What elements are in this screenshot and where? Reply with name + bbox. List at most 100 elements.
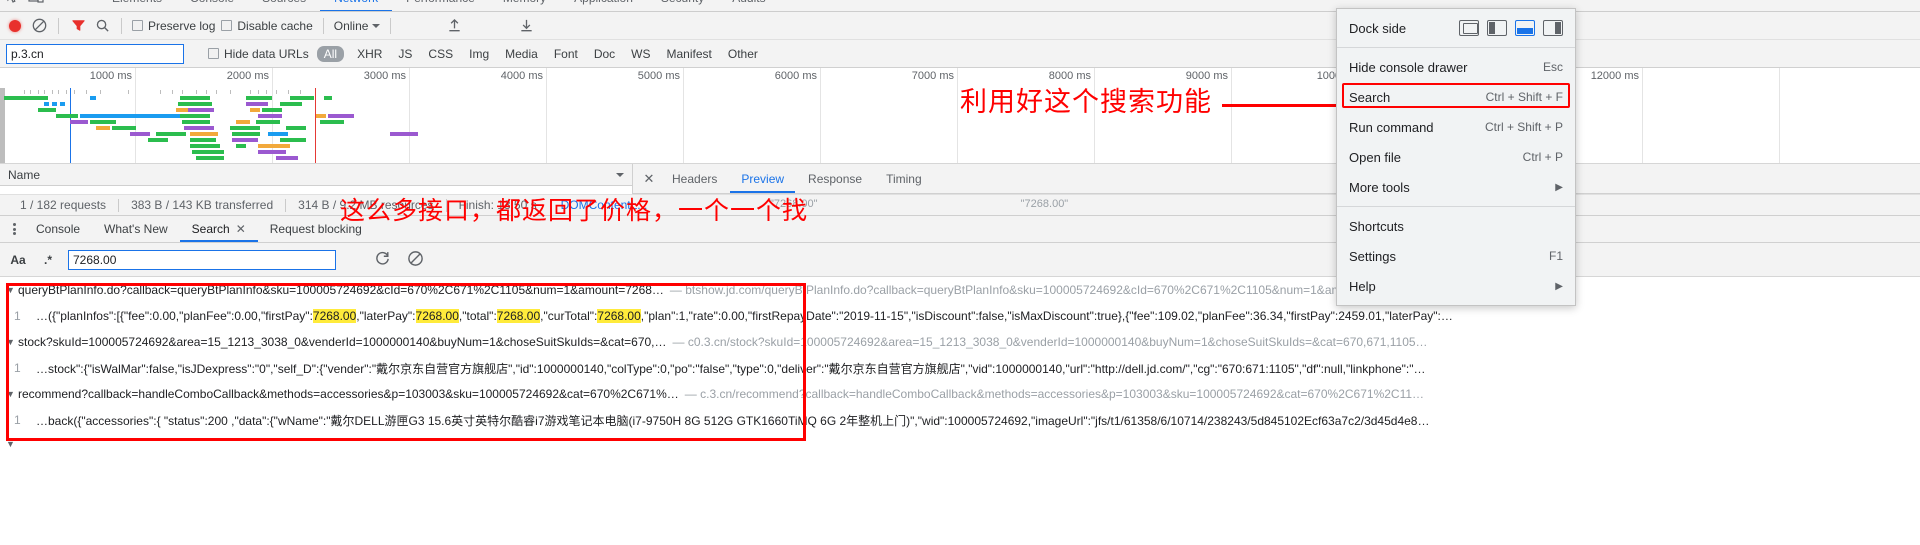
- clear-no-entry-icon[interactable]: [30, 17, 48, 35]
- menu-item-help[interactable]: Help ▶: [1337, 271, 1575, 301]
- magnifier-icon[interactable]: [93, 17, 111, 35]
- drawer-tab-search[interactable]: Search ✕: [180, 216, 258, 242]
- filter-type-ws[interactable]: WS: [628, 46, 653, 62]
- drawer-tab-search-label: Search: [191, 222, 230, 236]
- tab-audits[interactable]: Audits: [718, 0, 779, 11]
- request-name-column-header[interactable]: Name: [0, 164, 632, 186]
- dock-bottom-icon[interactable]: [1515, 20, 1535, 36]
- record-dot-icon[interactable]: [6, 17, 24, 35]
- filter-type-doc[interactable]: Doc: [591, 46, 618, 62]
- inspect-icon[interactable]: [6, 0, 20, 7]
- chevron-right-icon: ▶: [1555, 280, 1563, 292]
- overview-tick-6000: 6000 ms: [774, 70, 817, 82]
- device-toolbar-icon[interactable]: [28, 0, 44, 7]
- filter-input[interactable]: [6, 43, 184, 64]
- tab-sources[interactable]: Sources: [248, 0, 320, 11]
- menu-dock-side-row: Dock side: [1337, 13, 1575, 43]
- tab-response[interactable]: Response: [797, 165, 873, 193]
- menu-item-accel: Ctrl + P: [1522, 150, 1563, 164]
- close-icon[interactable]: ✕: [236, 216, 246, 242]
- checkbox-box: [132, 20, 143, 31]
- overview-tick-4000: 4000 ms: [500, 70, 543, 82]
- preserve-log-checkbox[interactable]: Preserve log: [132, 19, 215, 33]
- menu-item-more-tools[interactable]: More tools ▶: [1337, 172, 1575, 202]
- undock-window-icon[interactable]: [1459, 20, 1479, 36]
- search-input[interactable]: [68, 249, 336, 270]
- annotation-text-many-apis: 这么多接口，都返回了价格，一个一个找: [340, 196, 809, 225]
- annotation-box-search-panel: [6, 283, 806, 441]
- devtools-left-controls: [6, 0, 44, 11]
- checkbox-box: [208, 48, 219, 59]
- menu-item-open-file[interactable]: Open file Ctrl + P: [1337, 142, 1575, 172]
- annotation-box-search-menu-item: [1342, 83, 1570, 108]
- clear-no-entry-icon[interactable]: [407, 250, 424, 270]
- menu-item-settings[interactable]: Settings F1: [1337, 241, 1575, 271]
- menu-item-hide-console-drawer[interactable]: Hide console drawer Esc: [1337, 52, 1575, 82]
- import-arrow-up-icon[interactable]: [445, 17, 463, 35]
- filter-type-other[interactable]: Other: [725, 46, 761, 62]
- load-event-marker: [315, 88, 316, 163]
- hide-data-urls-checkbox[interactable]: Hide data URLs: [208, 47, 309, 61]
- transferred-size: 383 B / 143 KB transferred: [131, 198, 274, 212]
- dock-left-icon[interactable]: [1487, 20, 1507, 36]
- menu-item-run-command[interactable]: Run command Ctrl + Shift + P: [1337, 112, 1575, 142]
- filter-type-font[interactable]: Font: [551, 46, 581, 62]
- tab-memory[interactable]: Memory: [489, 0, 560, 11]
- menu-item-shortcuts[interactable]: Shortcuts: [1337, 211, 1575, 241]
- close-icon[interactable]: ✕: [639, 169, 659, 189]
- checkbox-box: [221, 20, 233, 31]
- overview-tick-5000: 5000 ms: [637, 70, 680, 82]
- filter-type-js[interactable]: JS: [395, 46, 415, 62]
- match-case-toggle[interactable]: Aa: [8, 253, 28, 267]
- menu-item-label: More tools: [1349, 179, 1410, 195]
- regex-toggle[interactable]: .*: [38, 253, 58, 267]
- network-toolbar: Preserve log Disable cache Online: [0, 12, 1920, 40]
- filter-type-manifest[interactable]: Manifest: [664, 46, 715, 62]
- drawer-tab-whats-new[interactable]: What's New: [92, 216, 180, 242]
- filter-type-all[interactable]: All: [316, 45, 345, 62]
- filter-type-xhr[interactable]: XHR: [354, 46, 385, 62]
- tab-security[interactable]: Security: [647, 0, 718, 11]
- overview-tick-1000: 1000 ms: [89, 70, 132, 82]
- disable-cache-checkbox[interactable]: Disable cache: [221, 18, 313, 33]
- menu-item-label: Run command: [1349, 119, 1434, 135]
- dock-side-label: Dock side: [1349, 20, 1407, 36]
- toolbar-divider: [121, 17, 122, 34]
- funnel-icon[interactable]: [69, 17, 87, 35]
- tab-elements[interactable]: Elements: [98, 0, 176, 11]
- drawer-tab-strip: Console What's New Search ✕ Request bloc…: [0, 216, 1920, 243]
- tab-console[interactable]: Console: [176, 0, 248, 11]
- overview-tick-12000: 12000 ms: [1590, 70, 1639, 82]
- menu-item-label: Open file: [1349, 149, 1402, 165]
- drawer-tab-console[interactable]: Console: [24, 216, 92, 242]
- filter-type-img[interactable]: Img: [466, 46, 492, 62]
- toolbar-divider: [322, 17, 324, 34]
- chevron-right-icon: ▶: [1555, 181, 1563, 193]
- throttling-select[interactable]: Online: [334, 19, 381, 33]
- more-vertical-icon[interactable]: [4, 222, 24, 237]
- tab-headers[interactable]: Headers: [661, 165, 728, 193]
- toolbar-divider: [390, 17, 392, 34]
- export-arrow-down-icon[interactable]: [517, 17, 535, 35]
- tab-preview[interactable]: Preview: [730, 165, 795, 193]
- disable-cache-label: Disable cache: [237, 18, 313, 33]
- refresh-icon[interactable]: [374, 250, 391, 270]
- bg-value: "7268.00": [1020, 198, 1069, 210]
- menu-divider: [1337, 47, 1575, 48]
- overview-tick-3000: 3000 ms: [363, 70, 406, 82]
- tab-timing[interactable]: Timing: [875, 165, 933, 193]
- filter-type-css[interactable]: CSS: [425, 46, 456, 62]
- tab-application[interactable]: Application: [560, 0, 647, 11]
- menu-item-accel: Ctrl + Shift + P: [1484, 120, 1563, 134]
- menu-item-accel: Esc: [1542, 60, 1563, 74]
- tab-performance[interactable]: Performance: [392, 0, 489, 11]
- preserve-log-label: Preserve log: [148, 18, 216, 33]
- menu-item-label: Shortcuts: [1349, 218, 1404, 234]
- network-filter-bar: Hide data URLs All XHR JS CSS Img Media …: [0, 40, 1920, 68]
- throttling-value: Online: [333, 18, 369, 33]
- devtools-main-menu[interactable]: Dock side Hide console drawer Esc Search…: [1336, 8, 1576, 306]
- filter-type-media[interactable]: Media: [502, 46, 541, 62]
- dock-right-icon[interactable]: [1543, 20, 1563, 36]
- menu-item-label: Hide console drawer: [1349, 59, 1468, 75]
- tab-network[interactable]: Network: [320, 0, 392, 11]
